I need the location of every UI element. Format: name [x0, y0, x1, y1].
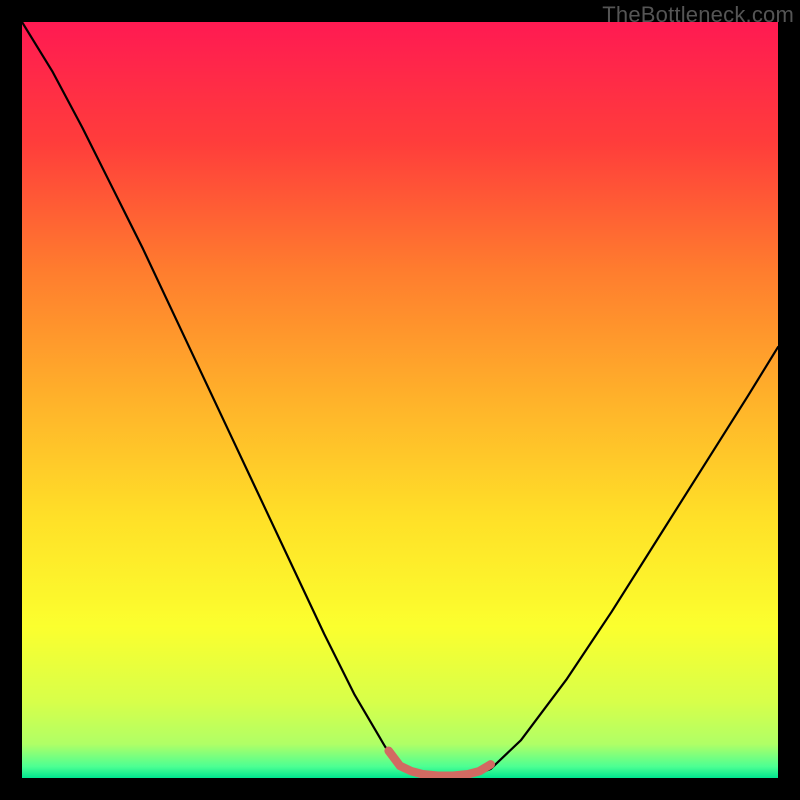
chart-frame: TheBottleneck.com — [0, 0, 800, 800]
plot-area — [22, 22, 778, 778]
sweet-spot-band — [389, 751, 491, 776]
watermark-text: TheBottleneck.com — [602, 2, 794, 28]
bottleneck-curve — [22, 22, 778, 777]
curve-layer — [22, 22, 778, 778]
